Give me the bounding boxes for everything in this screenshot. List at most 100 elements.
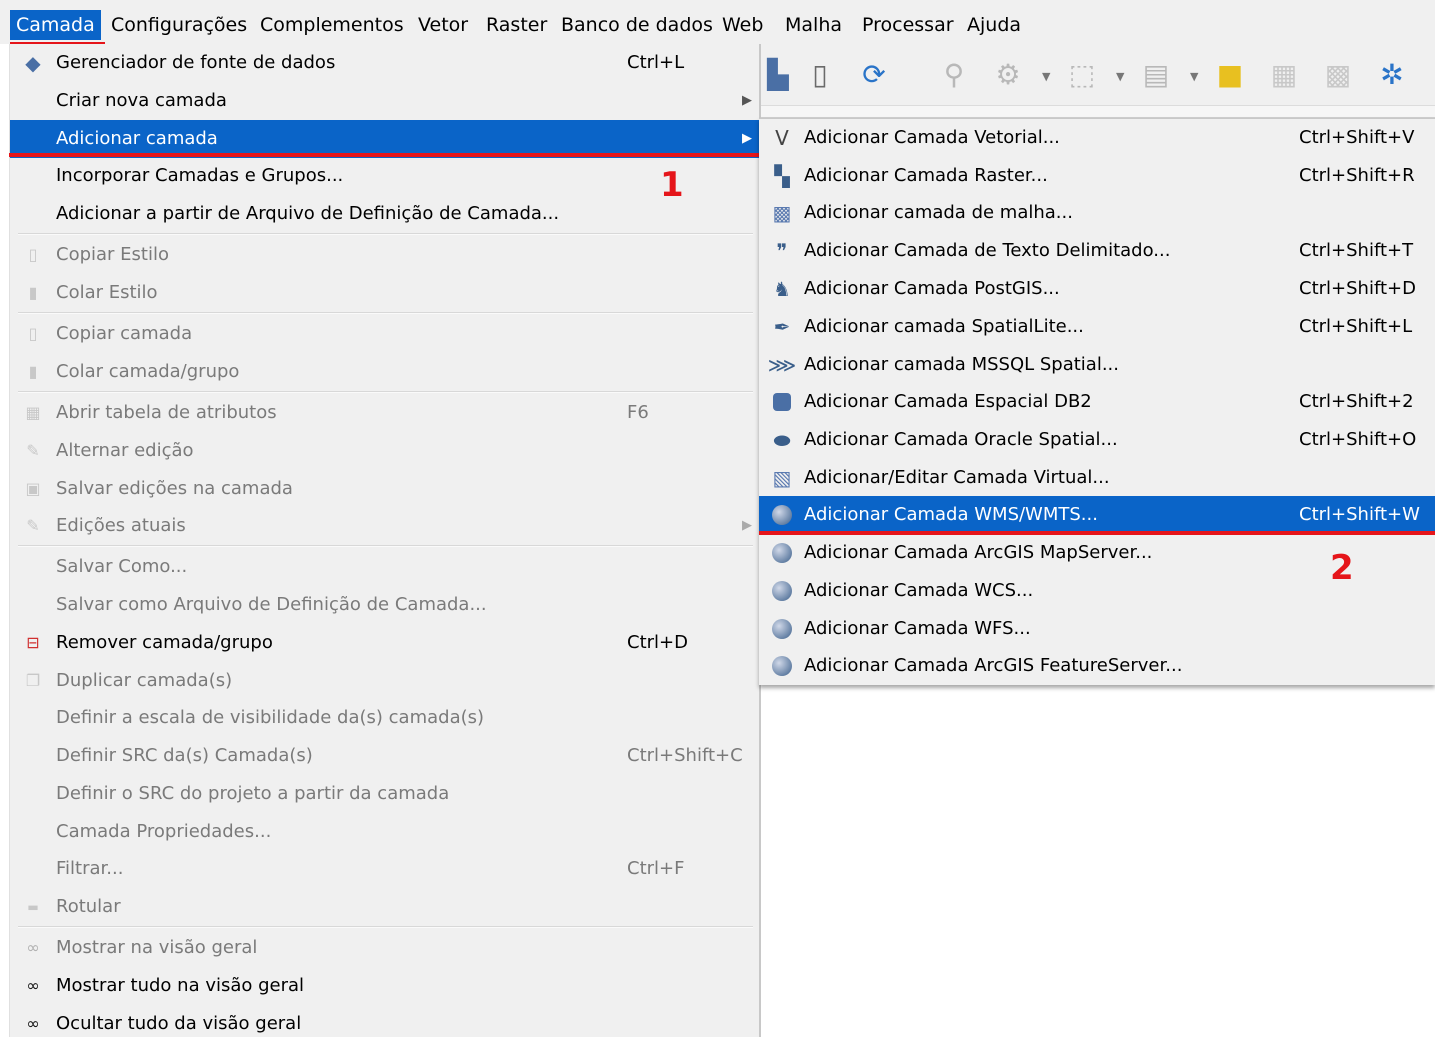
menu-complementos[interactable]: Complementos [254,10,410,40]
settings-icon[interactable]: ✲ [1374,54,1410,94]
identify-icon[interactable]: ⚲ [936,54,972,94]
menu-item-label: Edições atuais [56,515,186,536]
copy-style-icon: ▯ [28,245,38,264]
chevron-down-icon[interactable]: ▼ [1190,70,1198,83]
wcs-icon [769,579,795,603]
hide-all-overview-icon: ∞ [26,1014,40,1033]
raster-layer-icon: ▚ [774,164,790,188]
menu-item-camada-propriedades[interactable]: Camada Propriedades... [10,813,760,851]
menu-item-label: Mostrar tudo na visão geral [56,975,305,996]
menu-item-definir-escala-visibilidade[interactable]: Definir a escala de visibilidade da(s) c… [10,699,760,737]
menu-item-label: Adicionar a partir de Arquivo de Definiç… [56,203,560,224]
menu-item-label: Copiar Estilo [56,244,169,265]
menu-item-label: Salvar edições na camada [56,478,293,499]
menu-ajuda[interactable]: Ajuda [961,10,1027,40]
menu-item-label: Adicionar/Editar Camada Virtual... [804,467,1110,488]
menu-configuracoes[interactable]: Configurações [105,10,253,40]
menu-camada[interactable]: Camada [10,10,101,40]
menu-malha[interactable]: Malha [779,10,848,40]
menu-item-mostrar-visao-geral[interactable]: ∞ Mostrar na visão geral [10,929,760,967]
submenu-item-oracle[interactable]: ⬬ Adicionar Camada Oracle Spatial... Ctr… [759,421,1435,459]
bookmark-icon[interactable]: ▯ [802,54,838,94]
menu-item-definir-src-projeto[interactable]: Definir o SRC do projeto a partir da cam… [10,775,760,813]
menu-item-gerenciador-fonte-dados[interactable]: ◆ Gerenciador de fonte de dados Ctrl+L [10,44,760,82]
copy-layer-icon: ▯ [28,324,38,343]
menu-item-salvar-edicoes[interactable]: ▣ Salvar edições na camada [10,470,760,508]
menu-item-definir-src-camadas[interactable]: Definir SRC da(s) Camada(s) Ctrl+Shift+C [10,737,760,775]
paste-layer-icon: ▮ [28,362,38,381]
submenu-item-db2[interactable]: Adicionar Camada Espacial DB2 Ctrl+Shift… [759,383,1435,421]
menu-item-abrir-tabela-atributos[interactable]: ▦ Abrir tabela de atributos F6 [10,394,760,432]
submenu-item-camada-raster[interactable]: ▚ Adicionar Camada Raster... Ctrl+Shift+… [759,157,1435,195]
submenu-item-camada-malha[interactable]: ▩ Adicionar camada de malha... [759,194,1435,232]
menu-item-shortcut: Ctrl+F [627,858,685,879]
menu-item-label: Incorporar Camadas e Grupos... [56,165,344,186]
menu-item-mostrar-tudo-visao-geral[interactable]: ∞ Mostrar tudo na visão geral [10,967,760,1005]
submenu-item-wms-wmts[interactable]: Adicionar Camada WMS/WMTS... Ctrl+Shift+… [759,496,1435,534]
menu-item-salvar-como[interactable]: Salvar Como... [10,548,760,586]
menu-separator [18,391,753,393]
chevron-down-icon[interactable]: ▼ [1116,70,1124,83]
menu-item-label: Adicionar Camada Raster... [804,165,1048,186]
menu-item-colar-camada-grupo[interactable]: ▮ Colar camada/grupo [10,353,760,391]
menu-item-shortcut: Ctrl+Shift+2 [1299,391,1414,412]
menu-item-incorporar-camadas[interactable]: Incorporar Camadas e Grupos... [10,157,760,195]
chevron-down-icon[interactable]: ▼ [1042,70,1050,83]
menu-item-shortcut: Ctrl+Shift+W [1299,504,1420,525]
menu-item-adicionar-arquivo-definicao[interactable]: Adicionar a partir de Arquivo de Definiç… [10,195,760,233]
menu-item-shortcut: Ctrl+Shift+L [1299,316,1413,337]
menu-web[interactable]: Web [716,10,769,40]
toolbar-separator [756,106,1435,118]
menu-processar[interactable]: Processar [856,10,960,40]
submenu-item-arcgis-featureserver[interactable]: Adicionar Camada ArcGIS FeatureServer... [759,647,1435,685]
menu-item-duplicar-camada[interactable]: ❐ Duplicar camada(s) [10,662,760,700]
annotation-underline [759,531,1435,535]
menu-item-edicoes-atuais[interactable]: ✎ Edições atuais ▶ [10,507,760,545]
menu-item-alternar-edicao[interactable]: ✎ Alternar edição [10,432,760,470]
spatialite-icon: ✒ [773,315,791,339]
remove-layer-icon[interactable]: ■ [1212,54,1248,94]
menu-banco-de-dados[interactable]: Banco de dados [555,10,719,40]
duplicate-layer-icon: ❐ [25,671,41,690]
refresh-icon[interactable]: ⟳ [856,54,892,94]
menu-item-shortcut: F6 [627,402,649,423]
menu-item-copiar-camada[interactable]: ▯ Copiar camada [10,315,760,353]
submenu-item-texto-delimitado[interactable]: ❞ Adicionar Camada de Texto Delimitado..… [759,232,1435,270]
menu-item-label: Mostrar na visão geral [56,937,258,958]
menu-item-label: Adicionar Camada PostGIS... [804,278,1060,299]
submenu-item-mssql[interactable]: ⋙ Adicionar camada MSSQL Spatial... [759,346,1435,384]
menu-item-shortcut: Ctrl+D [627,632,688,653]
menu-item-label: Ocultar tudo da visão geral [56,1013,302,1034]
menu-raster[interactable]: Raster [480,10,553,40]
menu-item-label: Adicionar camada SpatialLite... [804,316,1084,337]
menu-item-label: Abrir tabela de atributos [56,402,277,423]
select-icon[interactable]: ⬚ [1064,54,1100,94]
zoom-icon[interactable]: ⚙ [990,54,1026,94]
table-icon[interactable]: ▤ [1138,54,1174,94]
data-source-manager-icon: ◆ [25,51,41,75]
menu-item-remover-camada[interactable]: ⊟ Remover camada/grupo Ctrl+D [10,624,760,662]
menu-item-label: Remover camada/grupo [56,632,273,653]
menu-item-colar-estilo[interactable]: ▮ Colar Estilo [10,274,760,312]
menu-vetor[interactable]: Vetor [412,10,474,40]
menu-item-rotular[interactable]: ▬ Rotular [10,888,760,926]
menu-item-label: Duplicar camada(s) [56,670,233,691]
calculator-icon[interactable]: ▩ [1320,54,1356,94]
submenu-item-spatiallite[interactable]: ✒ Adicionar camada SpatialLite... Ctrl+S… [759,308,1435,346]
submenu-item-wfs[interactable]: Adicionar Camada WFS... [759,610,1435,648]
submenu-item-camada-virtual[interactable]: ▧ Adicionar/Editar Camada Virtual... [759,459,1435,497]
menu-item-ocultar-tudo-visao-geral[interactable]: ∞ Ocultar tudo da visão geral [10,1005,760,1037]
menu-item-label: Adicionar Camada ArcGIS MapServer... [804,542,1153,563]
menu-item-label: Filtrar... [56,858,124,879]
current-edits-icon: ✎ [26,516,40,535]
submenu-item-postgis[interactable]: ♞ Adicionar Camada PostGIS... Ctrl+Shift… [759,270,1435,308]
menu-item-salvar-arquivo-definicao[interactable]: Salvar como Arquivo de Definição de Cama… [10,586,760,624]
submenu-item-camada-vetorial[interactable]: V Adicionar Camada Vetorial... Ctrl+Shif… [759,119,1435,157]
menu-item-criar-nova-camada[interactable]: Criar nova camada ▶ [10,82,760,120]
menu-item-filtrar[interactable]: Filtrar... Ctrl+F [10,850,760,888]
layer-icon[interactable]: ▙ [760,54,796,94]
menu-item-shortcut: Ctrl+L [627,52,685,73]
attributes-icon[interactable]: ▦ [1266,54,1302,94]
menu-item-copiar-estilo[interactable]: ▯ Copiar Estilo [10,236,760,274]
menu-item-label: Rotular [56,896,121,917]
